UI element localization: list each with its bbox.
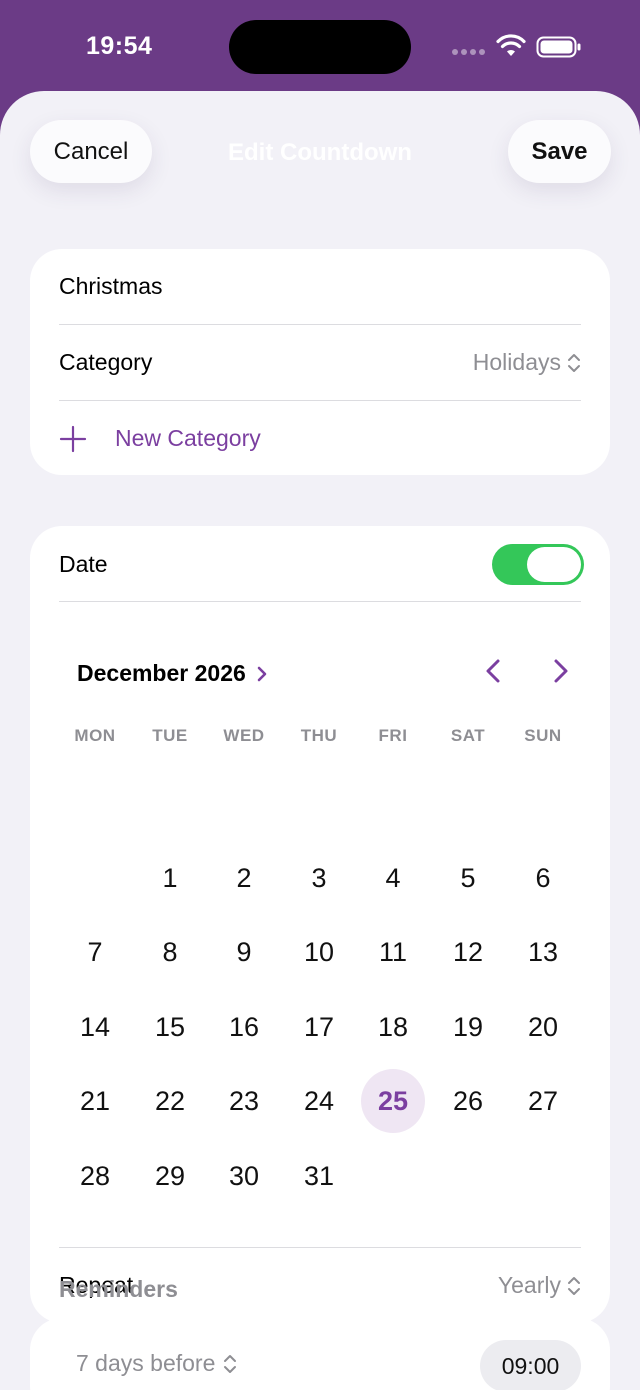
weekday-label: SUN [524, 726, 562, 745]
up-down-chevron-icon [568, 1276, 580, 1295]
weekday-label: TUE [152, 726, 188, 745]
up-down-chevron-icon [224, 1354, 237, 1373]
calendar-day[interactable]: 22 [138, 1069, 202, 1133]
calendar-day[interactable]: 19 [436, 995, 500, 1059]
wifi-icon [496, 34, 526, 56]
details-card: Christmas Category Holidays New Category [30, 249, 610, 475]
repeat-value: Yearly [497, 1272, 561, 1298]
calendar-day[interactable]: 6 [511, 846, 575, 910]
calendar-day[interactable]: 27 [511, 1069, 575, 1133]
weekday-label: WED [223, 726, 265, 745]
status-bar: 19:54 [0, 0, 640, 95]
dynamic-island [229, 20, 411, 74]
calendar-day[interactable]: 23 [212, 1069, 276, 1133]
edit-sheet: Cancel Edit Countdown Save Christmas Cat… [0, 91, 640, 1390]
calendar-day[interactable]: 3 [287, 846, 351, 910]
category-label: Category [59, 349, 153, 375]
calendar-day[interactable]: 20 [511, 995, 575, 1059]
divider [59, 601, 581, 602]
name-value: Christmas [59, 273, 163, 299]
calendar-day[interactable]: 16 [212, 995, 276, 1059]
up-down-chevron-icon [568, 353, 580, 372]
next-month-button[interactable] [546, 656, 574, 686]
reminder-offset-picker[interactable]: 7 days before [76, 1350, 237, 1377]
calendar-day-selected[interactable]: 25 [361, 1069, 425, 1133]
weekday-label: MON [74, 726, 116, 745]
weekday-label: THU [300, 726, 338, 745]
previous-month-button[interactable] [480, 656, 508, 686]
reminder-time-picker[interactable]: 09:00 [480, 1340, 581, 1390]
reminder-offset-value: 7 days before [76, 1350, 216, 1376]
calendar-day[interactable]: 18 [361, 995, 425, 1059]
status-time: 19:54 [86, 32, 153, 60]
calendar-day[interactable]: 8 [138, 920, 202, 984]
name-field[interactable]: Christmas [59, 249, 581, 324]
calendar-day[interactable]: 13 [511, 920, 575, 984]
repeat-row-wrap [30, 1157, 610, 1232]
date-label: Date [59, 550, 108, 577]
cellular-signal-icon [452, 49, 485, 55]
calendar-day[interactable]: 9 [212, 920, 276, 984]
new-category-label: New Category [115, 425, 261, 451]
save-button[interactable]: Save [508, 120, 611, 183]
month-year-picker[interactable]: December 2026 [77, 660, 268, 687]
weekday-label: FRI [378, 726, 408, 745]
category-row[interactable]: Category Holidays [59, 325, 581, 400]
new-category-button[interactable]: New Category [59, 401, 581, 476]
toggle-knob [527, 547, 581, 582]
reminders-header: Reminders [59, 1276, 178, 1302]
calendar-day[interactable]: 12 [436, 920, 500, 984]
weekday-label: SAT [450, 726, 486, 745]
calendar-day[interactable]: 21 [63, 1069, 127, 1133]
calendar-day[interactable]: 14 [63, 995, 127, 1059]
calendar-day[interactable]: 24 [287, 1069, 351, 1133]
reminder-card: 7 days before 09:00 [30, 1318, 610, 1390]
chevron-right-icon [257, 666, 267, 681]
repeat-picker[interactable]: Yearly [498, 1272, 581, 1299]
calendar-day[interactable]: 4 [361, 846, 425, 910]
battery-icon [536, 36, 581, 58]
month-label: December 2026 [77, 660, 246, 686]
plus-icon [59, 425, 87, 452]
date-toggle[interactable] [492, 544, 584, 585]
category-value: Holidays [472, 349, 561, 375]
calendar-day[interactable]: 26 [436, 1069, 500, 1133]
calendar-day[interactable]: 17 [287, 995, 351, 1059]
calendar-day[interactable]: 5 [436, 846, 500, 910]
category-picker[interactable]: Holidays [473, 349, 581, 376]
calendar-day[interactable]: 11 [361, 920, 425, 984]
calendar-day[interactable]: 15 [138, 995, 202, 1059]
calendar-day[interactable]: 1 [138, 846, 202, 910]
calendar-day[interactable]: 10 [287, 920, 351, 984]
calendar-day[interactable]: 2 [212, 846, 276, 910]
calendar-day[interactable]: 7 [63, 920, 127, 984]
